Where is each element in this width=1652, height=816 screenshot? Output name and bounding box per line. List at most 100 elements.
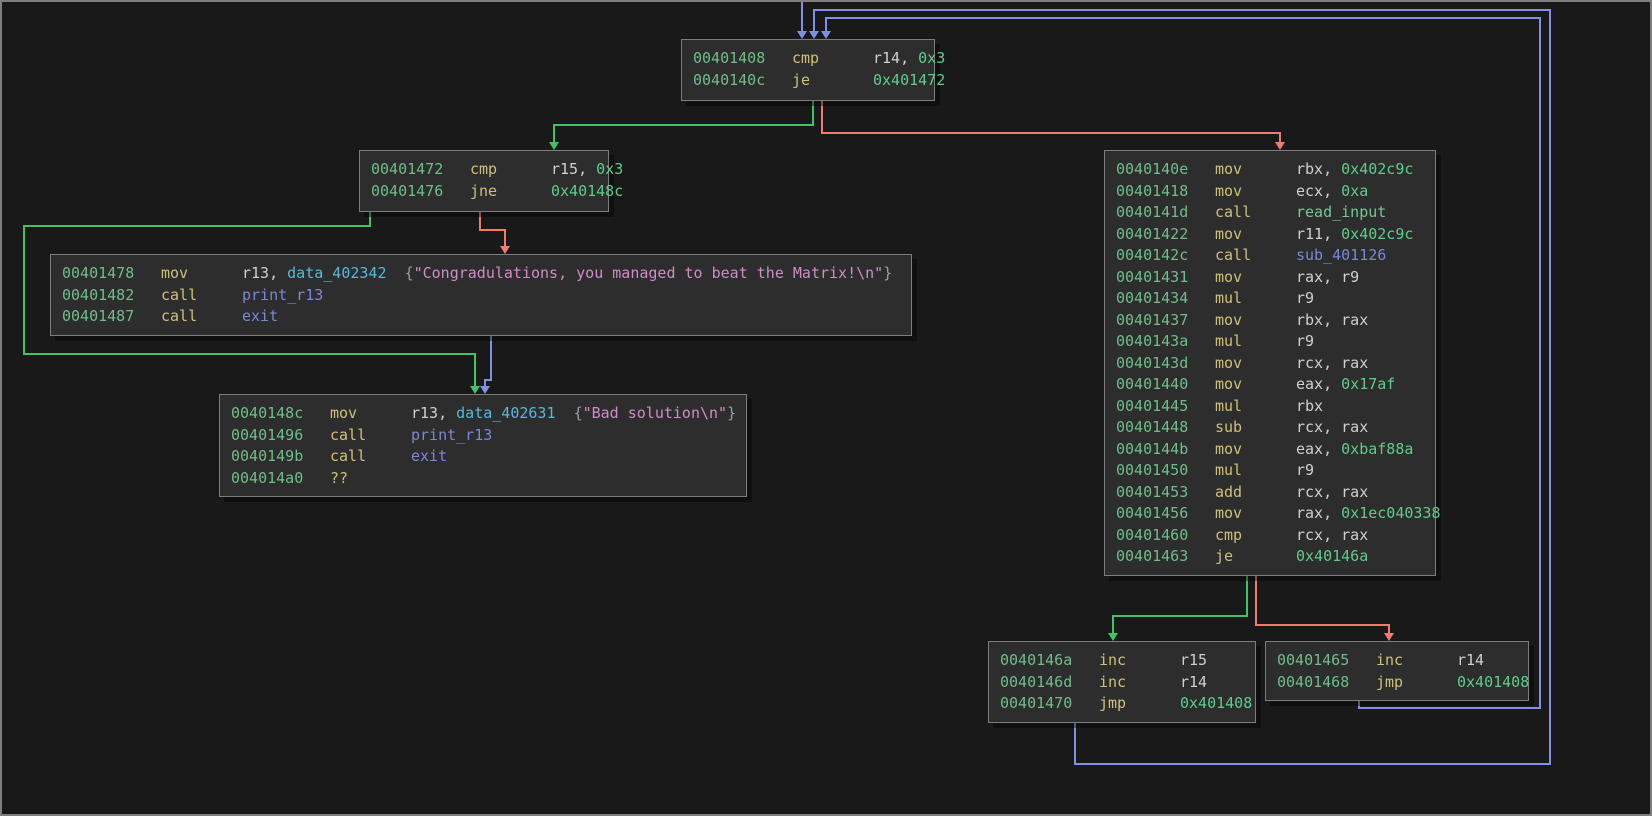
instruction-address: 0040146a	[1000, 650, 1099, 672]
instruction-operands: r14, 0x3	[873, 48, 945, 70]
instruction-address: 00401450	[1116, 460, 1215, 482]
instruction-line-0040146a[interactable]: 0040146aincr15	[989, 650, 1255, 672]
cfg-edge-true_branch-401408-to-401472	[549, 101, 813, 150]
instruction-line-0040143d[interactable]: 0040143dmovrcx, rax	[1105, 353, 1435, 375]
basic-block-401408[interactable]: 00401408cmpr14, 0x30040140cje0x401472	[681, 39, 935, 101]
instruction-line-0040140c[interactable]: 0040140cje0x401472	[682, 70, 934, 92]
instruction-operands: r11, 0x402c9c	[1296, 224, 1413, 246]
instruction-line-00401437[interactable]: 00401437movrbx, rax	[1105, 310, 1435, 332]
basic-block-40146a[interactable]: 0040146aincr150040146dincr1400401470jmp0…	[988, 641, 1256, 723]
instruction-mnemonic: call	[161, 285, 242, 307]
instruction-operands: rcx, rax	[1296, 482, 1368, 504]
operand-token-imm: 0x1ec040338	[1341, 504, 1440, 522]
instruction-line-00401465[interactable]: 00401465incr14	[1266, 650, 1528, 672]
operand-token-func: exit	[411, 447, 447, 465]
instruction-line-00401478[interactable]: 00401478movr13, data_402342 {"Congradula…	[51, 263, 911, 285]
instruction-line-00401482[interactable]: 00401482callprint_r13	[51, 285, 911, 307]
instruction-address: 00401456	[1116, 503, 1215, 525]
instruction-line-00401472[interactable]: 00401472cmpr15, 0x3	[360, 159, 608, 181]
instruction-line-0040148c[interactable]: 0040148cmovr13, data_402631 {"Bad soluti…	[220, 403, 746, 425]
basic-block-401478[interactable]: 00401478movr13, data_402342 {"Congradula…	[50, 254, 912, 336]
operand-token-reg: r11,	[1296, 225, 1341, 243]
instruction-mnemonic: mov	[1215, 267, 1296, 289]
instruction-address: 0040140c	[693, 70, 792, 92]
instruction-mnemonic: call	[161, 306, 242, 328]
instruction-mnemonic: jmp	[1099, 693, 1180, 715]
instruction-line-0040142c[interactable]: 0040142ccallsub_401126	[1105, 245, 1435, 267]
instruction-line-00401453[interactable]: 00401453addrcx, rax	[1105, 482, 1435, 504]
instruction-line-00401440[interactable]: 00401440moveax, 0x17af	[1105, 374, 1435, 396]
instruction-line-00401448[interactable]: 00401448subrcx, rax	[1105, 417, 1435, 439]
instruction-mnemonic: call	[1215, 202, 1296, 224]
instruction-mnemonic: je	[1215, 546, 1296, 568]
operand-token-reg: r15,	[551, 160, 596, 178]
instruction-address: 00401460	[1116, 525, 1215, 547]
basic-block-40148c[interactable]: 0040148cmovr13, data_402631 {"Bad soluti…	[219, 394, 747, 497]
instruction-operands: rcx, rax	[1296, 353, 1368, 375]
operand-token-func: sub_401126	[1296, 246, 1386, 264]
instruction-operands: eax, 0x17af	[1296, 374, 1395, 396]
instruction-line-00401496[interactable]: 00401496callprint_r13	[220, 425, 746, 447]
instruction-mnemonic: mul	[1215, 396, 1296, 418]
operand-token-reg: rcx, rax	[1296, 526, 1368, 544]
basic-block-401465[interactable]: 00401465incr1400401468jmp0x401408	[1265, 641, 1529, 701]
instruction-line-0040143a[interactable]: 0040143amulr9	[1105, 331, 1435, 353]
instruction-address: 00401465	[1277, 650, 1376, 672]
instruction-line-00401445[interactable]: 00401445mulrbx	[1105, 396, 1435, 418]
instruction-line-00401487[interactable]: 00401487callexit	[51, 306, 911, 328]
operand-token-reg: r13,	[242, 264, 287, 282]
operand-token-reg: r14	[1457, 651, 1484, 669]
instruction-operands: r15, 0x3	[551, 159, 623, 181]
instruction-line-00401456[interactable]: 00401456movrax, 0x1ec040338	[1105, 503, 1435, 525]
instruction-line-004014a0[interactable]: 004014a0??	[220, 468, 746, 490]
basic-block-401472[interactable]: 00401472cmpr15, 0x300401476jne0x40148c	[359, 150, 609, 212]
operand-token-imm: 0x40146a	[1296, 547, 1368, 565]
instruction-mnemonic: cmp	[792, 48, 873, 70]
instruction-mnemonic: mul	[1215, 460, 1296, 482]
instruction-address: 00401431	[1116, 267, 1215, 289]
operand-token-brace: }	[883, 264, 892, 282]
instruction-address: 00401408	[693, 48, 792, 70]
instruction-line-0040141d[interactable]: 0040141dcallread_input	[1105, 202, 1435, 224]
instruction-mnemonic: mul	[1215, 288, 1296, 310]
operand-token-plain	[387, 264, 405, 282]
instruction-address: 00401418	[1116, 181, 1215, 203]
instruction-address: 0040146d	[1000, 672, 1099, 694]
instruction-line-0040149b[interactable]: 0040149bcallexit	[220, 446, 746, 468]
instruction-line-00401408[interactable]: 00401408cmpr14, 0x3	[682, 48, 934, 70]
operand-token-str: "Congradulations, you managed to beat th…	[414, 264, 884, 282]
operand-token-reg: rbx, rax	[1296, 311, 1368, 329]
instruction-line-00401422[interactable]: 00401422movr11, 0x402c9c	[1105, 224, 1435, 246]
instruction-line-00401460[interactable]: 00401460cmprcx, rax	[1105, 525, 1435, 547]
instruction-address: 004014a0	[231, 468, 330, 490]
instruction-line-00401431[interactable]: 00401431movrax, r9	[1105, 267, 1435, 289]
cfg-graph-view[interactable]: 00401408cmpr14, 0x30040140cje0x401472004…	[0, 0, 1652, 816]
instruction-line-00401468[interactable]: 00401468jmp0x401408	[1266, 672, 1528, 694]
instruction-address: 00401422	[1116, 224, 1215, 246]
instruction-line-00401450[interactable]: 00401450mulr9	[1105, 460, 1435, 482]
instruction-line-0040144b[interactable]: 0040144bmoveax, 0xbaf88a	[1105, 439, 1435, 461]
instruction-line-00401418[interactable]: 00401418movecx, 0xa	[1105, 181, 1435, 203]
instruction-operands: 0x401472	[873, 70, 945, 92]
instruction-address: 0040143d	[1116, 353, 1215, 375]
arrowhead-icon	[500, 246, 510, 254]
arrowhead-icon	[797, 31, 807, 39]
instruction-address: 00401496	[231, 425, 330, 447]
instruction-address: 0040149b	[231, 446, 330, 468]
operand-token-reg: rbx,	[1296, 160, 1341, 178]
instruction-address: 0040143a	[1116, 331, 1215, 353]
basic-block-40140e[interactable]: 0040140emovrbx, 0x402c9c00401418movecx, …	[1104, 150, 1436, 576]
instruction-line-0040140e[interactable]: 0040140emovrbx, 0x402c9c	[1105, 159, 1435, 181]
instruction-address: 0040140e	[1116, 159, 1215, 181]
instruction-line-00401434[interactable]: 00401434mulr9	[1105, 288, 1435, 310]
instruction-address: 00401476	[371, 181, 470, 203]
operand-token-func: exit	[242, 307, 278, 325]
instruction-line-00401470[interactable]: 00401470jmp0x401408	[989, 693, 1255, 715]
instruction-address: 00401463	[1116, 546, 1215, 568]
operand-token-imm: 0xbaf88a	[1341, 440, 1413, 458]
instruction-line-00401463[interactable]: 00401463je0x40146a	[1105, 546, 1435, 568]
instruction-line-00401476[interactable]: 00401476jne0x40148c	[360, 181, 608, 203]
instruction-line-0040146d[interactable]: 0040146dincr14	[989, 672, 1255, 694]
operand-token-reg: r13,	[411, 404, 456, 422]
operand-token-brace: {	[574, 404, 583, 422]
